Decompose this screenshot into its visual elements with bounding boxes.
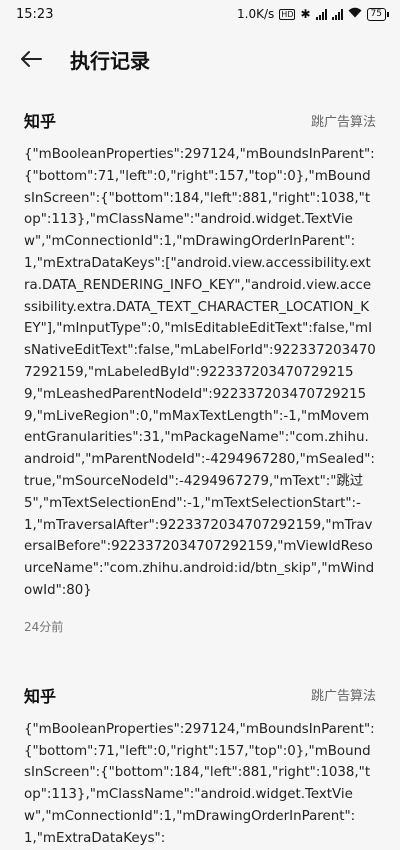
record-item[interactable]: 知乎 跳广告算法 {"mBooleanProperties":297124,"m…	[24, 665, 376, 850]
signal-1-icon	[315, 8, 327, 20]
record-content: {"mBooleanProperties":297124,"mBoundsInP…	[24, 147, 376, 598]
status-time: 15:23	[16, 6, 54, 22]
wifi-icon	[348, 7, 362, 21]
back-button[interactable]	[18, 46, 44, 72]
record-rule-name: 跳广告算法	[310, 114, 376, 130]
net-speed: 1.0K/s	[237, 7, 275, 21]
app-bar: 执行记录	[0, 28, 400, 90]
battery-level: 75	[370, 8, 382, 19]
status-bar: 15:23 1.0K/s HD ✱ 75	[0, 0, 400, 28]
arrow-left-icon	[21, 51, 42, 67]
record-content: {"mBooleanProperties":297124,"mBoundsInP…	[24, 721, 375, 846]
page-title: 执行记录	[70, 48, 150, 73]
record-rule-name: 跳广告算法	[310, 689, 376, 705]
hd-icon: HD	[279, 8, 296, 20]
battery-icon: 75	[366, 7, 390, 21]
record-item[interactable]: 知乎 跳广告算法 {"mBooleanProperties":297124,"m…	[24, 90, 376, 635]
status-indicators: 1.0K/s HD ✱ 75	[237, 7, 390, 21]
signal-2-icon	[331, 8, 343, 20]
record-app-name: 知乎	[24, 112, 57, 131]
record-list[interactable]: 知乎 跳广告算法 {"mBooleanProperties":297124,"m…	[0, 90, 400, 850]
bluetooth-icon: ✱	[300, 7, 311, 21]
record-time: 24分前	[24, 619, 64, 634]
record-app-name: 知乎	[24, 686, 57, 706]
